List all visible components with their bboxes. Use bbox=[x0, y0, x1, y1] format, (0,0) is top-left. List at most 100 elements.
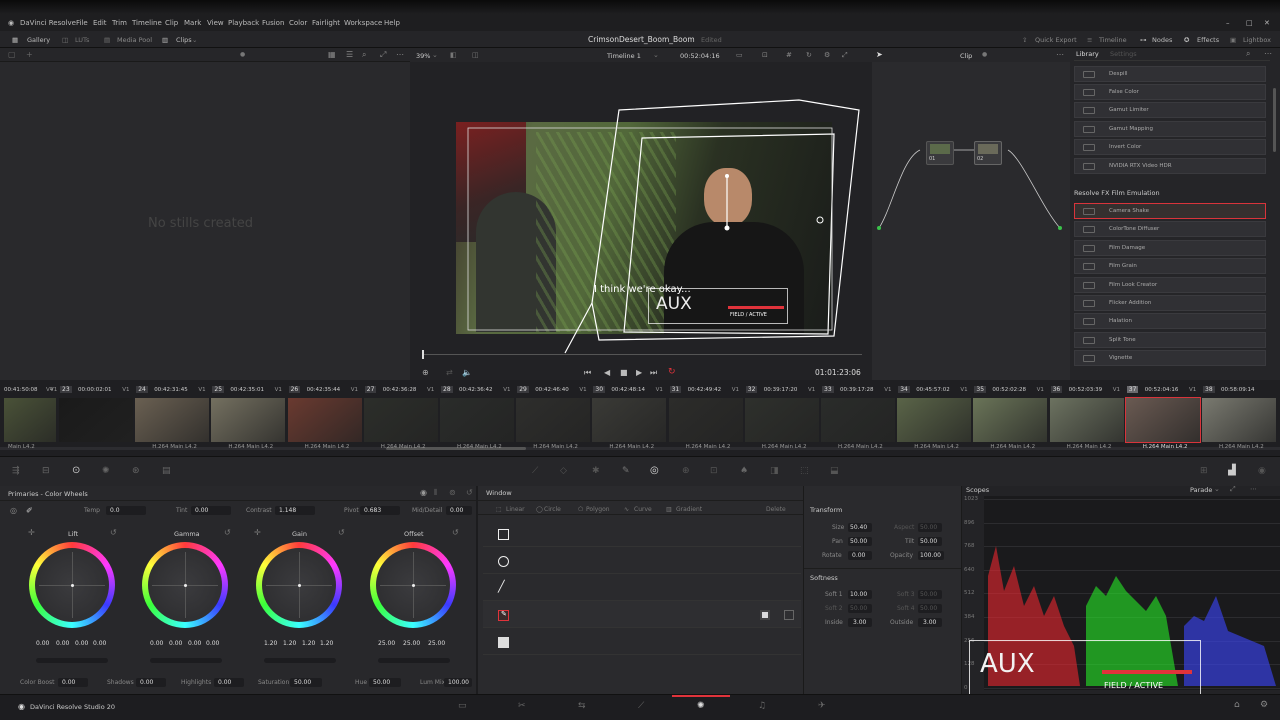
library-item[interactable]: Camera Shake bbox=[1074, 203, 1266, 219]
play-reverse-icon[interactable]: ◀ bbox=[604, 368, 610, 377]
menu-playback[interactable]: Playback bbox=[228, 19, 259, 27]
fairlight-page-icon[interactable]: ♫ bbox=[758, 701, 766, 711]
clip-thumbnail[interactable] bbox=[668, 398, 743, 442]
rgb-mixer-icon[interactable]: ⊛ bbox=[132, 466, 140, 476]
scope-mode-chevron-icon[interactable]: ⌄ bbox=[1214, 485, 1220, 493]
linear-window-icon[interactable] bbox=[498, 529, 509, 540]
gamma-r[interactable]: 0.00 bbox=[169, 640, 182, 647]
library-item[interactable]: False Color bbox=[1074, 84, 1266, 100]
camera-raw-icon[interactable]: ⇶ bbox=[12, 466, 20, 476]
zoom-slider-knob-icon[interactable]: ● bbox=[240, 51, 245, 58]
library-item[interactable]: Film Look Creator bbox=[1074, 276, 1266, 293]
effects-button[interactable]: Effects bbox=[1197, 36, 1219, 44]
edit-page-icon[interactable]: ⇆ bbox=[578, 701, 586, 711]
library-item[interactable]: Film Damage bbox=[1074, 239, 1266, 256]
library-item[interactable]: Vignette bbox=[1074, 350, 1266, 367]
clip-thumbnail[interactable] bbox=[1124, 397, 1201, 443]
scope-expand-icon[interactable]: ⤢ bbox=[1230, 485, 1236, 494]
gain-picker-icon[interactable]: ✛ bbox=[254, 528, 261, 537]
quick-export-button[interactable]: Quick Export bbox=[1035, 36, 1077, 44]
log-mode-icon[interactable]: ⊚ bbox=[449, 488, 456, 497]
offset-r[interactable]: 25.00 bbox=[378, 640, 395, 647]
circle-icon[interactable]: ◯ bbox=[536, 506, 543, 513]
media-pool-icon[interactable]: ▤ bbox=[104, 36, 110, 44]
library-item[interactable]: Despill bbox=[1074, 66, 1266, 82]
scope-more-icon[interactable]: ⋯ bbox=[1250, 485, 1257, 493]
stop-icon[interactable]: ■ bbox=[620, 368, 628, 377]
magic-mask-icon[interactable]: ⊡ bbox=[710, 466, 718, 476]
lift-picker-icon[interactable]: ✛ bbox=[28, 528, 35, 537]
library-scrollbar[interactable] bbox=[1273, 88, 1276, 152]
delete-button[interactable]: Delete bbox=[766, 506, 786, 513]
clip-thumbnail[interactable] bbox=[744, 398, 819, 442]
offset-b[interactable]: 25.00 bbox=[428, 640, 445, 647]
library-more-icon[interactable]: ⋯ bbox=[1264, 49, 1272, 58]
clip-thumbnail[interactable] bbox=[211, 398, 286, 442]
menu-fusion[interactable]: Fusion bbox=[262, 19, 284, 27]
polygon-button[interactable]: Polygon bbox=[586, 506, 610, 513]
gamma-g[interactable]: 0.00 bbox=[188, 640, 201, 647]
scopes-toggle-icon[interactable]: ▟ bbox=[1228, 465, 1236, 476]
bars-mode-icon[interactable]: ⦀ bbox=[434, 488, 438, 498]
offset-master-slider[interactable] bbox=[378, 658, 450, 663]
lift-g[interactable]: 0.00 bbox=[75, 640, 88, 647]
menu-help[interactable]: Help bbox=[384, 19, 400, 27]
gradient-icon[interactable]: ▥ bbox=[666, 506, 672, 513]
polygon-window-icon[interactable]: ╱ bbox=[498, 580, 505, 593]
fusion-page-icon[interactable]: ⟋ bbox=[638, 701, 644, 711]
menu-workspace[interactable]: Workspace bbox=[344, 19, 382, 27]
menu-fairlight[interactable]: Fairlight bbox=[312, 19, 340, 27]
menu-clip[interactable]: Clip bbox=[165, 19, 178, 27]
tracker-icon[interactable]: ⊕ bbox=[682, 466, 690, 476]
gamma-b[interactable]: 0.00 bbox=[206, 640, 219, 647]
window-row-curve-active[interactable] bbox=[483, 601, 801, 628]
blur-icon[interactable]: ♠ bbox=[740, 466, 748, 476]
window-row-linear[interactable] bbox=[483, 520, 801, 547]
play-icon[interactable]: ▶ bbox=[636, 368, 642, 377]
search-icon[interactable]: ⌕ bbox=[362, 50, 366, 60]
3d-icon[interactable]: ⬓ bbox=[830, 466, 839, 476]
lift-wheel[interactable] bbox=[29, 542, 115, 628]
tab-settings[interactable]: Settings bbox=[1110, 50, 1137, 58]
jog-icon[interactable]: ⊕ bbox=[422, 368, 429, 377]
lift-master-slider[interactable] bbox=[36, 658, 108, 663]
clip-thumbnail[interactable] bbox=[59, 398, 133, 442]
gallery-icon[interactable]: ▦ bbox=[12, 36, 18, 44]
offset-wheel[interactable] bbox=[370, 542, 456, 628]
lift-b[interactable]: 0.00 bbox=[93, 640, 106, 647]
gamma-reset-icon[interactable]: ↺ bbox=[224, 528, 231, 537]
reset-all-icon[interactable]: ↺ bbox=[466, 488, 473, 497]
curve-icon[interactable]: ∿ bbox=[624, 506, 629, 513]
library-item[interactable]: Halation bbox=[1074, 313, 1266, 330]
media-pool-button[interactable]: Media Pool bbox=[117, 36, 152, 44]
nodes-button[interactable]: Nodes bbox=[1152, 36, 1172, 44]
clip-thumbnail[interactable] bbox=[516, 398, 591, 442]
lightbox-icon[interactable]: ▣ bbox=[1230, 36, 1236, 44]
timeline-icon[interactable]: ≡ bbox=[1087, 36, 1092, 44]
clip-thumbnail[interactable] bbox=[4, 398, 56, 442]
clip-thumbnail[interactable] bbox=[973, 398, 1048, 442]
clip-thumbnail[interactable] bbox=[592, 398, 667, 442]
media-page-icon[interactable]: ▭ bbox=[458, 701, 467, 711]
menu-trim[interactable]: Trim bbox=[112, 19, 127, 27]
color-match-icon[interactable]: ⊟ bbox=[42, 466, 50, 476]
volume-icon[interactable]: 🔈 bbox=[462, 368, 472, 377]
curve-window-invert-toggle[interactable] bbox=[784, 610, 794, 620]
clip-thumbnail[interactable] bbox=[821, 398, 895, 442]
qualifier-icon[interactable]: ✱ bbox=[592, 466, 600, 476]
lightbox-button[interactable]: Lightbox bbox=[1243, 36, 1271, 44]
library-item[interactable]: Film Grain bbox=[1074, 258, 1266, 275]
menu-edit[interactable]: Edit bbox=[93, 19, 107, 27]
library-item[interactable]: ColorTone Diffuser bbox=[1074, 221, 1266, 238]
gain-master-slider[interactable] bbox=[264, 658, 336, 663]
scope-mode-dropdown[interactable]: Parade bbox=[1190, 486, 1212, 494]
library-item[interactable]: Gamut Limiter bbox=[1074, 102, 1266, 118]
curve-button[interactable]: Curve bbox=[634, 506, 652, 513]
metadata-icon[interactable]: ◉ bbox=[1258, 466, 1266, 476]
menu-view[interactable]: View bbox=[207, 19, 224, 27]
gallery-view-icon[interactable]: ▢ bbox=[8, 50, 16, 59]
linear-icon[interactable]: ⬚ bbox=[496, 506, 502, 513]
grid-view-icon[interactable]: ▦ bbox=[328, 50, 336, 59]
go-end-icon[interactable]: ⏭ bbox=[650, 368, 657, 378]
project-settings-icon[interactable]: ⚙ bbox=[1260, 700, 1268, 710]
